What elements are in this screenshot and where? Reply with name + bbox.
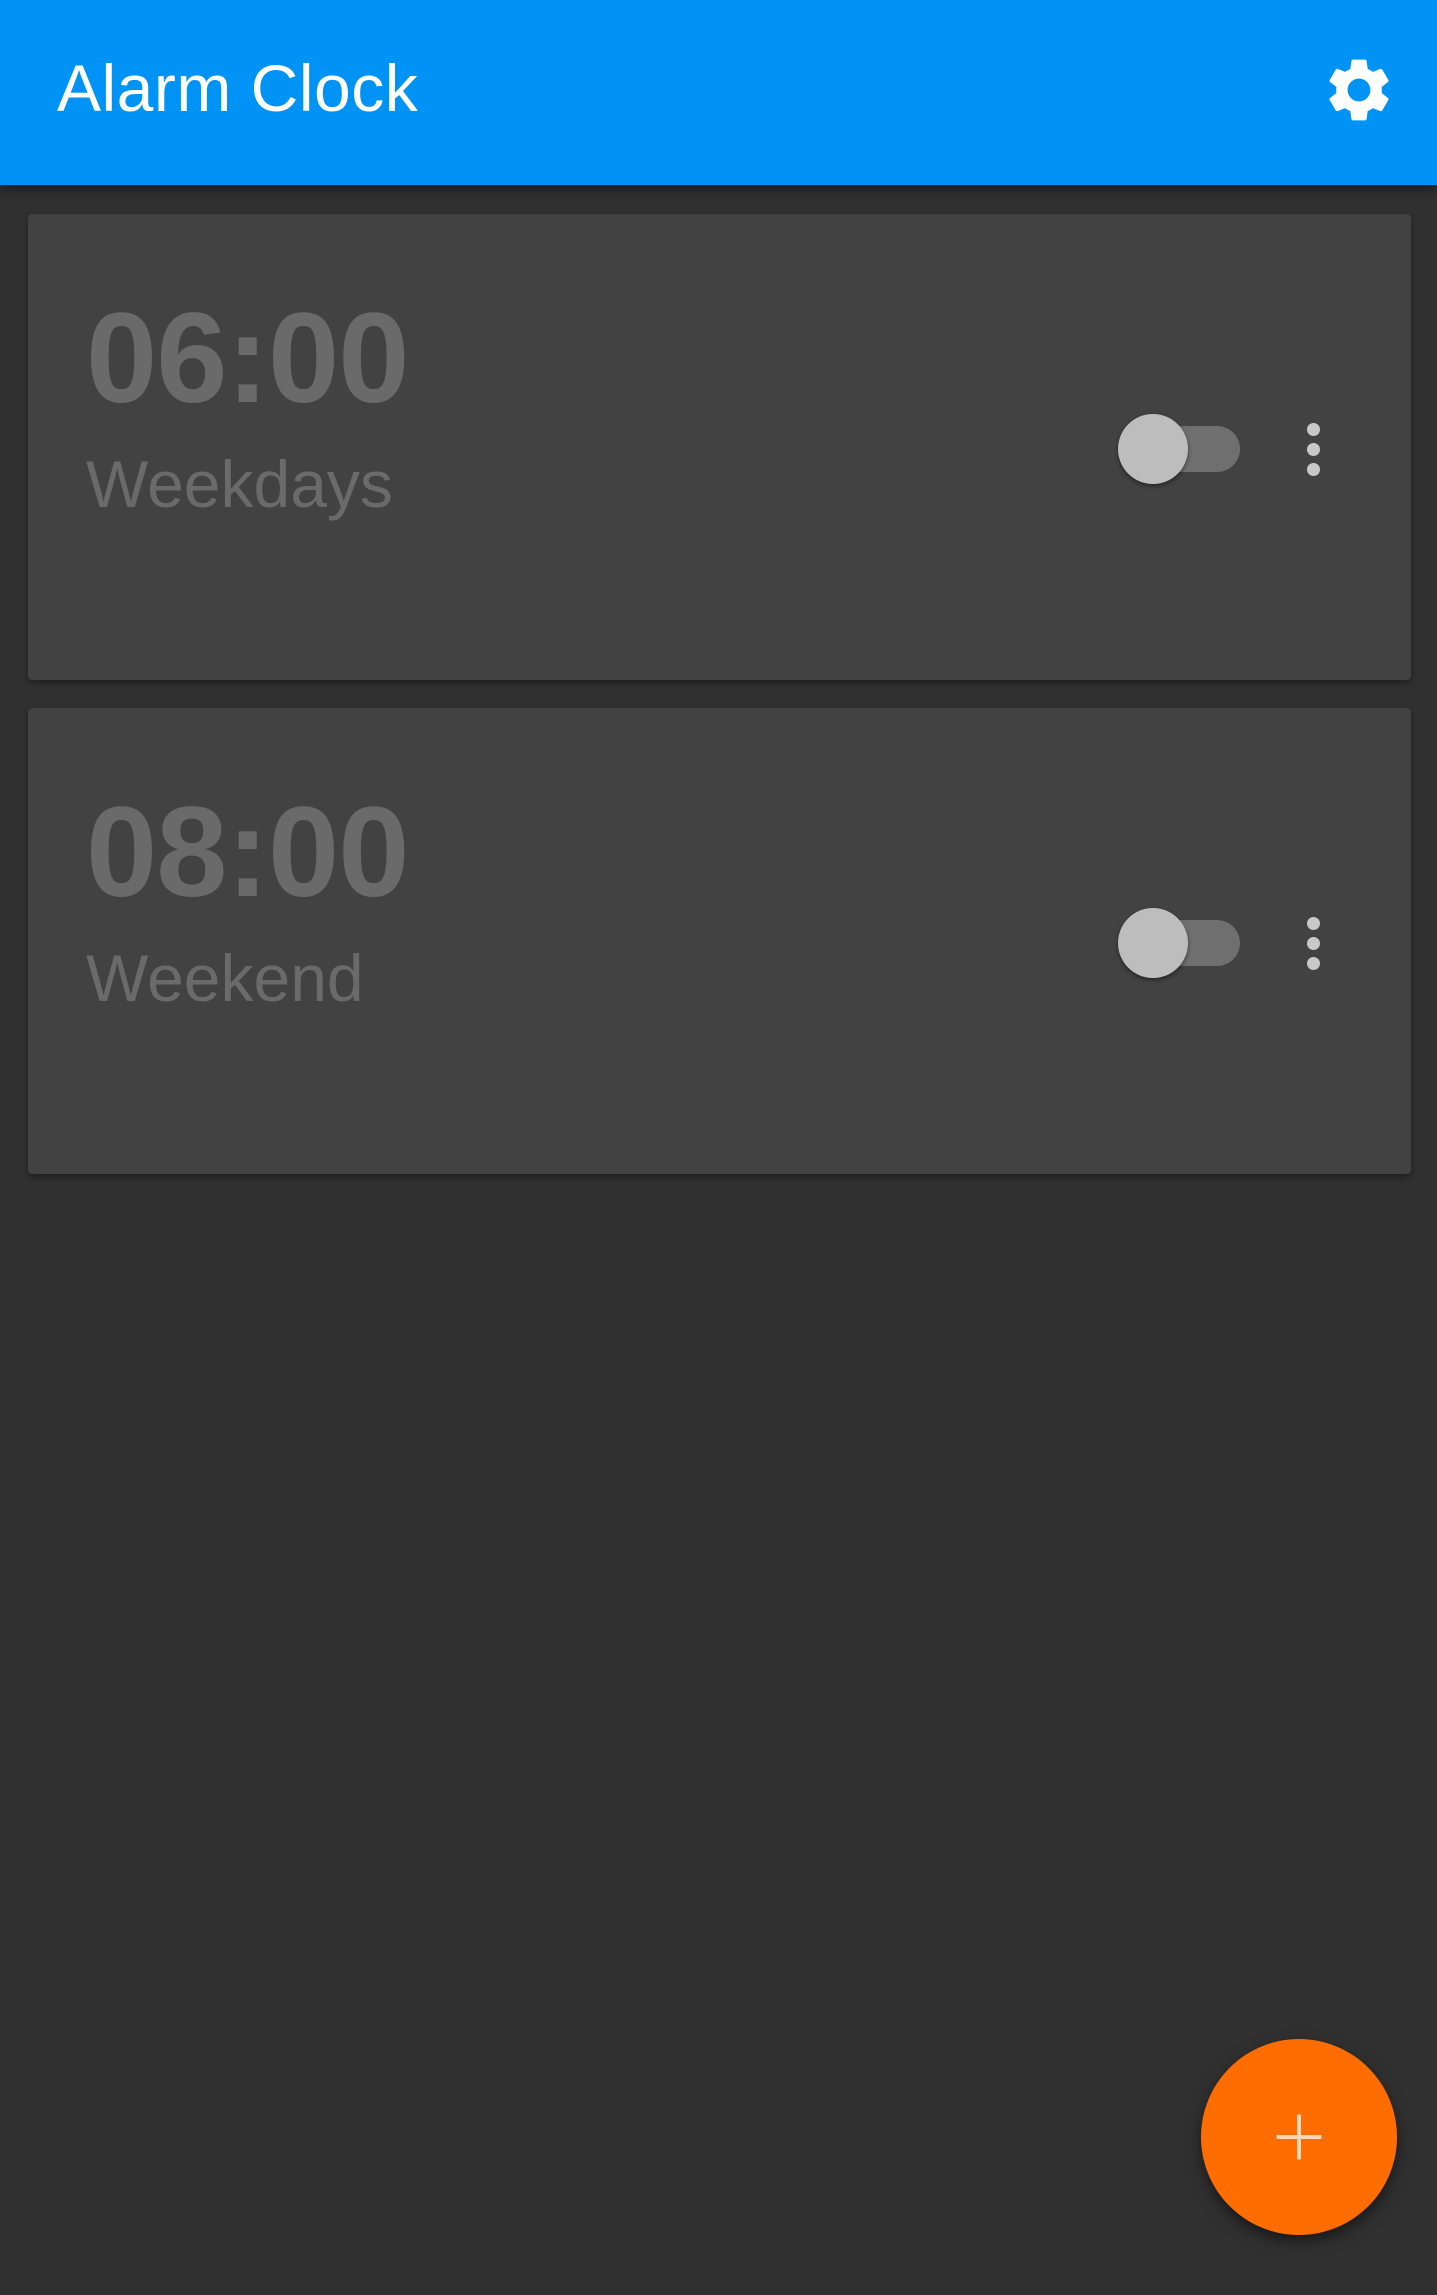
app-bar: Alarm Clock xyxy=(0,0,1437,185)
alarm-label: Weekdays xyxy=(86,447,393,521)
more-vert-icon xyxy=(1306,916,1320,930)
alarm-toggle[interactable] xyxy=(1118,908,1248,978)
more-vert-icon xyxy=(1306,422,1320,436)
alarm-label: Weekend xyxy=(86,941,364,1015)
app-title: Alarm Clock xyxy=(57,51,419,125)
toggle-thumb xyxy=(1118,908,1188,978)
add-alarm-button[interactable] xyxy=(1201,2039,1397,2235)
alarm-time: 06:00 xyxy=(86,287,409,430)
more-options-button[interactable] xyxy=(1288,908,1338,978)
alarm-time: 08:00 xyxy=(86,781,409,924)
more-options-button[interactable] xyxy=(1288,414,1338,484)
settings-button[interactable] xyxy=(1321,52,1397,128)
plus-icon xyxy=(1276,2114,1322,2160)
alarm-toggle[interactable] xyxy=(1118,414,1248,484)
alarm-list: 06:00 Weekdays 08:00 Weekend xyxy=(28,214,1411,1202)
alarm-card[interactable]: 08:00 Weekend xyxy=(28,708,1411,1174)
alarm-card[interactable]: 06:00 Weekdays xyxy=(28,214,1411,680)
gear-icon xyxy=(1329,59,1389,121)
toggle-thumb xyxy=(1118,414,1188,484)
